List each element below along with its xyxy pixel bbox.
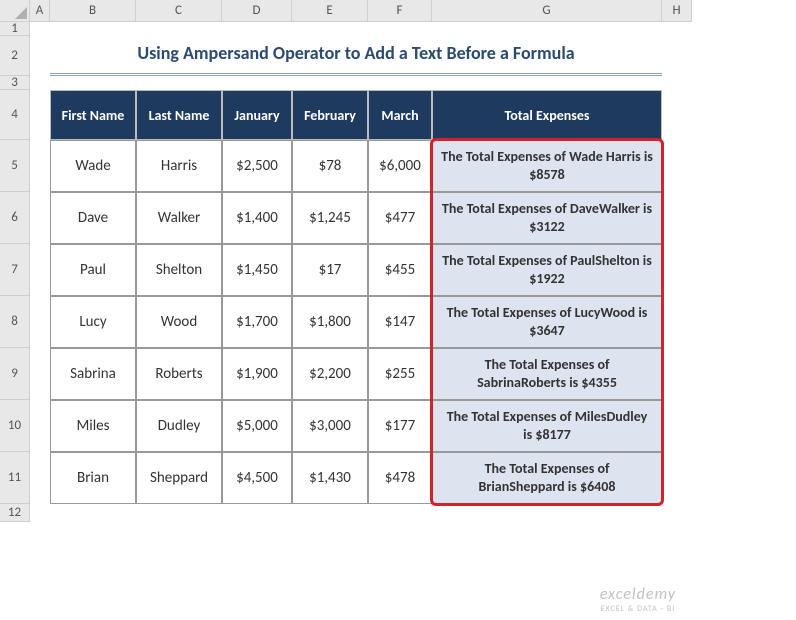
col-header-F[interactable]: F [368,0,432,22]
row-header-8[interactable]: 8 [0,296,30,348]
col-header-C[interactable]: C [136,0,222,22]
cell-result[interactable]: The Total Expenses of PaulShelton is $19… [432,244,662,296]
cell-first[interactable]: Sabrina [50,348,136,400]
col-header-E[interactable]: E [292,0,368,22]
col-header-A[interactable]: A [30,0,50,22]
header-january[interactable]: January [222,90,292,140]
cell-feb[interactable]: $2,200 [292,348,368,400]
cell-mar[interactable]: $177 [368,400,432,452]
page-title: Using Ampersand Operator to Add a Text B… [50,36,662,76]
cell-first[interactable]: Wade [50,140,136,192]
header-first-name[interactable]: First Name [50,90,136,140]
cell-feb[interactable]: $78 [292,140,368,192]
cell-jan[interactable]: $1,400 [222,192,292,244]
row-header-9[interactable]: 9 [0,348,30,400]
cell-mar[interactable]: $455 [368,244,432,296]
col-header-G[interactable]: G [432,0,662,22]
cell-result[interactable]: The Total Expenses of BrianSheppard is $… [432,452,662,504]
cell-result[interactable]: The Total Expenses of LucyWood is $3647 [432,296,662,348]
col-header-H[interactable]: H [662,0,692,22]
watermark-line1: exceldemy [600,585,676,604]
row-header-11[interactable]: 11 [0,452,30,504]
cell-jan[interactable]: $5,000 [222,400,292,452]
cell-jan[interactable]: $1,900 [222,348,292,400]
cell-last[interactable]: Dudley [136,400,222,452]
header-total[interactable]: Total Expenses [432,90,662,140]
header-last-name[interactable]: Last Name [136,90,222,140]
row-header-6[interactable]: 6 [0,192,30,244]
cell-result[interactable]: The Total Expenses of Wade Harris is $85… [432,140,662,192]
cell-feb[interactable]: $1,430 [292,452,368,504]
cell-result[interactable]: The Total Expenses of DaveWalker is $312… [432,192,662,244]
cell-result[interactable]: The Total Expenses of SabrinaRoberts is … [432,348,662,400]
cell-last[interactable]: Shelton [136,244,222,296]
cell-jan[interactable]: $1,450 [222,244,292,296]
cell-jan[interactable]: $1,700 [222,296,292,348]
row-header-3[interactable]: 3 [0,76,30,90]
cell-mar[interactable]: $477 [368,192,432,244]
cell-first[interactable]: Miles [50,400,136,452]
cell-first[interactable]: Lucy [50,296,136,348]
cell-mar[interactable]: $255 [368,348,432,400]
cell-mar[interactable]: $147 [368,296,432,348]
header-march[interactable]: March [368,90,432,140]
cell-last[interactable]: Walker [136,192,222,244]
cell-mar[interactable]: $478 [368,452,432,504]
cell-first[interactable]: Brian [50,452,136,504]
cell-first[interactable]: Dave [50,192,136,244]
row-header-5[interactable]: 5 [0,140,30,192]
cell-first[interactable]: Paul [50,244,136,296]
cell-jan[interactable]: $4,500 [222,452,292,504]
row-header-7[interactable]: 7 [0,244,30,296]
cell-feb[interactable]: $3,000 [292,400,368,452]
cell-feb[interactable]: $17 [292,244,368,296]
row-header-12[interactable]: 12 [0,504,30,522]
cell-last[interactable]: Sheppard [136,452,222,504]
watermark-line2: EXCEL & DATA - BI [600,604,676,614]
cell-last[interactable]: Roberts [136,348,222,400]
row-header-2[interactable]: 2 [0,36,30,76]
select-all-corner[interactable] [0,0,30,22]
cell-last[interactable]: Harris [136,140,222,192]
cell-mar[interactable]: $6,000 [368,140,432,192]
row-header-4[interactable]: 4 [0,90,30,140]
cell-feb[interactable]: $1,800 [292,296,368,348]
watermark: exceldemy EXCEL & DATA - BI [600,585,676,614]
cell-result[interactable]: The Total Expenses of MilesDudley is $81… [432,400,662,452]
cell-feb[interactable]: $1,245 [292,192,368,244]
col-header-D[interactable]: D [222,0,292,22]
cell-last[interactable]: Wood [136,296,222,348]
cell-jan[interactable]: $2,500 [222,140,292,192]
spreadsheet-grid: A B C D E F G H 1 2 Using Ampersand Oper… [0,0,796,522]
col-header-B[interactable]: B [50,0,136,22]
row-header-1[interactable]: 1 [0,22,30,36]
row-header-10[interactable]: 10 [0,400,30,452]
header-february[interactable]: February [292,90,368,140]
result-selection[interactable]: The Total Expenses of Wade Harris is $85… [432,140,662,504]
